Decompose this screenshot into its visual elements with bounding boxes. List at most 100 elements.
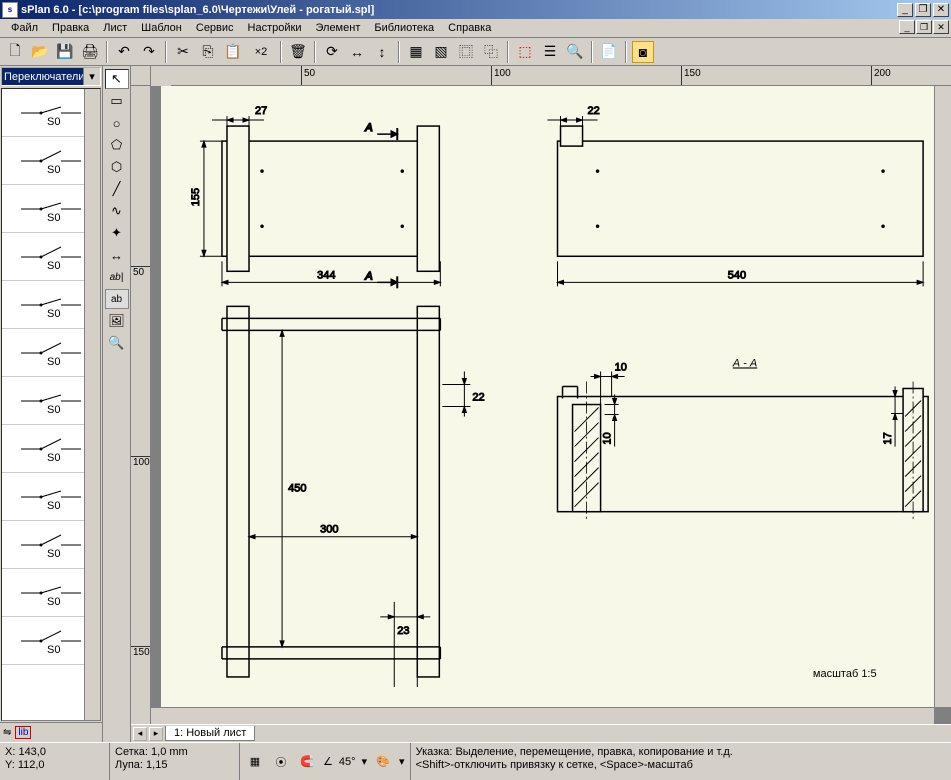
maximize-button[interactable]: ❐ xyxy=(915,3,931,17)
lib-edit-icon[interactable]: lib xyxy=(15,726,31,739)
ruler-tick: 50 xyxy=(131,266,151,278)
mdi-minimize-button[interactable]: _ xyxy=(899,20,915,34)
ruler-tick: 200 xyxy=(871,66,891,86)
vertical-scrollbar[interactable] xyxy=(934,86,951,707)
angle-menu-icon[interactable]: ▾ xyxy=(362,755,368,768)
ruler-tick: 100 xyxy=(491,66,511,86)
bring-front-button[interactable]: ▦ xyxy=(405,41,427,63)
image-tool[interactable]: 🖼 xyxy=(105,311,129,331)
zoom-tool[interactable]: 🔍 xyxy=(105,333,129,353)
mirror-h-button[interactable]: ↔ xyxy=(346,41,368,63)
main-toolbar: 🗋 📂 💾 🖨 ↶ ↷ ✂ ⎘ 📋 ×2 🗑 ⟳ ↔ ↕ ▦ ▧ ⿴ ⿻ ⬚ ☰… xyxy=(0,38,951,66)
shape-tool[interactable]: ⬠ xyxy=(105,135,129,155)
angle-value: 45° xyxy=(339,756,356,768)
circle-tool[interactable]: ○ xyxy=(105,113,129,133)
label-tool[interactable]: ab xyxy=(105,289,129,309)
dim-27: 27 xyxy=(255,105,267,117)
paste-button[interactable]: 📋 xyxy=(222,41,244,63)
dim-17: 17 xyxy=(882,432,894,444)
text-tool[interactable]: ab| xyxy=(105,267,129,287)
delete-button[interactable]: 🗑 xyxy=(287,41,309,63)
library-scrollbar[interactable] xyxy=(84,89,100,720)
viewer-button[interactable]: ◙ xyxy=(632,41,654,63)
undo-button[interactable]: ↶ xyxy=(113,41,135,63)
menubar: Файл Правка Лист Шаблон Сервис Настройки… xyxy=(0,19,951,38)
snap-icon[interactable]: ⦿ xyxy=(271,752,291,772)
drawing-toolbox: ↖ ▭ ○ ⬠ ⬡ ╱ ∿ ✦ ↔ ab| ab 🖼 🔍 xyxy=(103,66,131,742)
svg-text:S0: S0 xyxy=(47,260,60,272)
svg-text:S0: S0 xyxy=(47,212,60,224)
library-list: S0S0S0S0S0S0S0S0S0S0S0S0 xyxy=(1,88,101,721)
menu-library[interactable]: Библиотека xyxy=(367,20,441,36)
redo-button[interactable]: ↷ xyxy=(138,41,160,63)
library-category-combo[interactable]: Переключатели xyxy=(1,67,101,86)
pointer-tool[interactable]: ↖ xyxy=(105,69,129,89)
send-back-button[interactable]: ▧ xyxy=(430,41,452,63)
color-menu-icon[interactable]: ▾ xyxy=(399,755,405,768)
menu-element[interactable]: Элемент xyxy=(308,20,367,36)
grid-icon[interactable]: ▦ xyxy=(245,752,265,772)
tab-next-button[interactable]: ▸ xyxy=(149,727,163,741)
magnet-icon[interactable]: 🧲 xyxy=(297,752,317,772)
menu-help[interactable]: Справка xyxy=(441,20,498,36)
ruler-tick: 150 xyxy=(681,66,701,86)
scale-label: масштаб 1:5 xyxy=(813,668,877,680)
svg-text:S0: S0 xyxy=(47,404,60,416)
dim-22b: 22 xyxy=(472,392,484,404)
node-tool[interactable]: ✦ xyxy=(105,223,129,243)
poly-tool[interactable]: ⬡ xyxy=(105,157,129,177)
save-button[interactable]: 💾 xyxy=(54,41,76,63)
statusbar: X: 143,0 Y: 112,0 Сетка: 1,0 mm Лупа: 1,… xyxy=(0,742,951,780)
hint-line2: <Shift>-отключить привязку к сетке, <Spa… xyxy=(416,759,946,772)
list-button[interactable]: 📄 xyxy=(598,41,620,63)
close-button[interactable]: ✕ xyxy=(933,3,949,17)
svg-text:S0: S0 xyxy=(47,356,60,368)
menu-template[interactable]: Шаблон xyxy=(134,20,189,36)
menu-edit[interactable]: Правка xyxy=(45,20,96,36)
dim-10b: 10 xyxy=(602,432,614,444)
grid-status: Сетка: 1,0 mm xyxy=(115,746,234,759)
copy-button[interactable]: ⎘ xyxy=(197,41,219,63)
hint-line1: Указка: Выделение, перемещение, правка, … xyxy=(416,746,946,759)
duplicate-button[interactable]: ×2 xyxy=(247,41,275,63)
svg-text:S0: S0 xyxy=(47,548,60,560)
menu-settings[interactable]: Настройки xyxy=(241,20,309,36)
svg-text:S0: S0 xyxy=(47,644,60,656)
menu-service[interactable]: Сервис xyxy=(189,20,241,36)
menu-sheet[interactable]: Лист xyxy=(96,20,134,36)
select-all-button[interactable]: ⬚ xyxy=(514,41,536,63)
dimension-tool[interactable]: ↔ xyxy=(105,245,129,265)
canvas[interactable]: 27 155 xyxy=(151,86,951,724)
tab-prev-button[interactable]: ◂ xyxy=(133,727,147,741)
mdi-restore-button[interactable]: ❐ xyxy=(916,20,932,34)
menu-file[interactable]: Файл xyxy=(4,20,45,36)
titlebar: s sPlan 6.0 - [c:\program files\splan_6.… xyxy=(0,0,951,19)
new-button[interactable]: 🗋 xyxy=(4,41,26,63)
open-button[interactable]: 📂 xyxy=(29,41,51,63)
dim-540: 540 xyxy=(728,269,746,281)
coord-y: Y: 112,0 xyxy=(5,759,104,772)
find-button[interactable]: 🔍 xyxy=(564,41,586,63)
mirror-v-button[interactable]: ↕ xyxy=(371,41,393,63)
coord-x: X: 143,0 xyxy=(5,746,104,759)
group-button[interactable]: ⿴ xyxy=(455,41,477,63)
dim-10a: 10 xyxy=(615,361,627,373)
minimize-button[interactable]: _ xyxy=(897,3,913,17)
rectangle-tool[interactable]: ▭ xyxy=(105,91,129,111)
ruler-tick: 100 xyxy=(131,456,151,468)
window-title: sPlan 6.0 - [c:\program files\splan_6.0\… xyxy=(21,4,897,16)
svg-text:S0: S0 xyxy=(47,308,60,320)
sheet-tab-1[interactable]: 1: Новый лист xyxy=(165,726,255,741)
cut-button[interactable]: ✂ xyxy=(172,41,194,63)
mdi-close-button[interactable]: ✕ xyxy=(933,20,949,34)
props-button[interactable]: ☰ xyxy=(539,41,561,63)
horizontal-scrollbar[interactable] xyxy=(151,707,934,724)
color-icon[interactable]: 🎨 xyxy=(373,752,393,772)
bezier-tool[interactable]: ∿ xyxy=(105,201,129,221)
ungroup-button[interactable]: ⿻ xyxy=(480,41,502,63)
line-tool[interactable]: ╱ xyxy=(105,179,129,199)
print-button[interactable]: 🖨 xyxy=(79,41,101,63)
drawing-svg: 27 155 xyxy=(161,86,934,707)
dim-22a: 22 xyxy=(588,105,600,117)
rotate-button[interactable]: ⟳ xyxy=(321,41,343,63)
